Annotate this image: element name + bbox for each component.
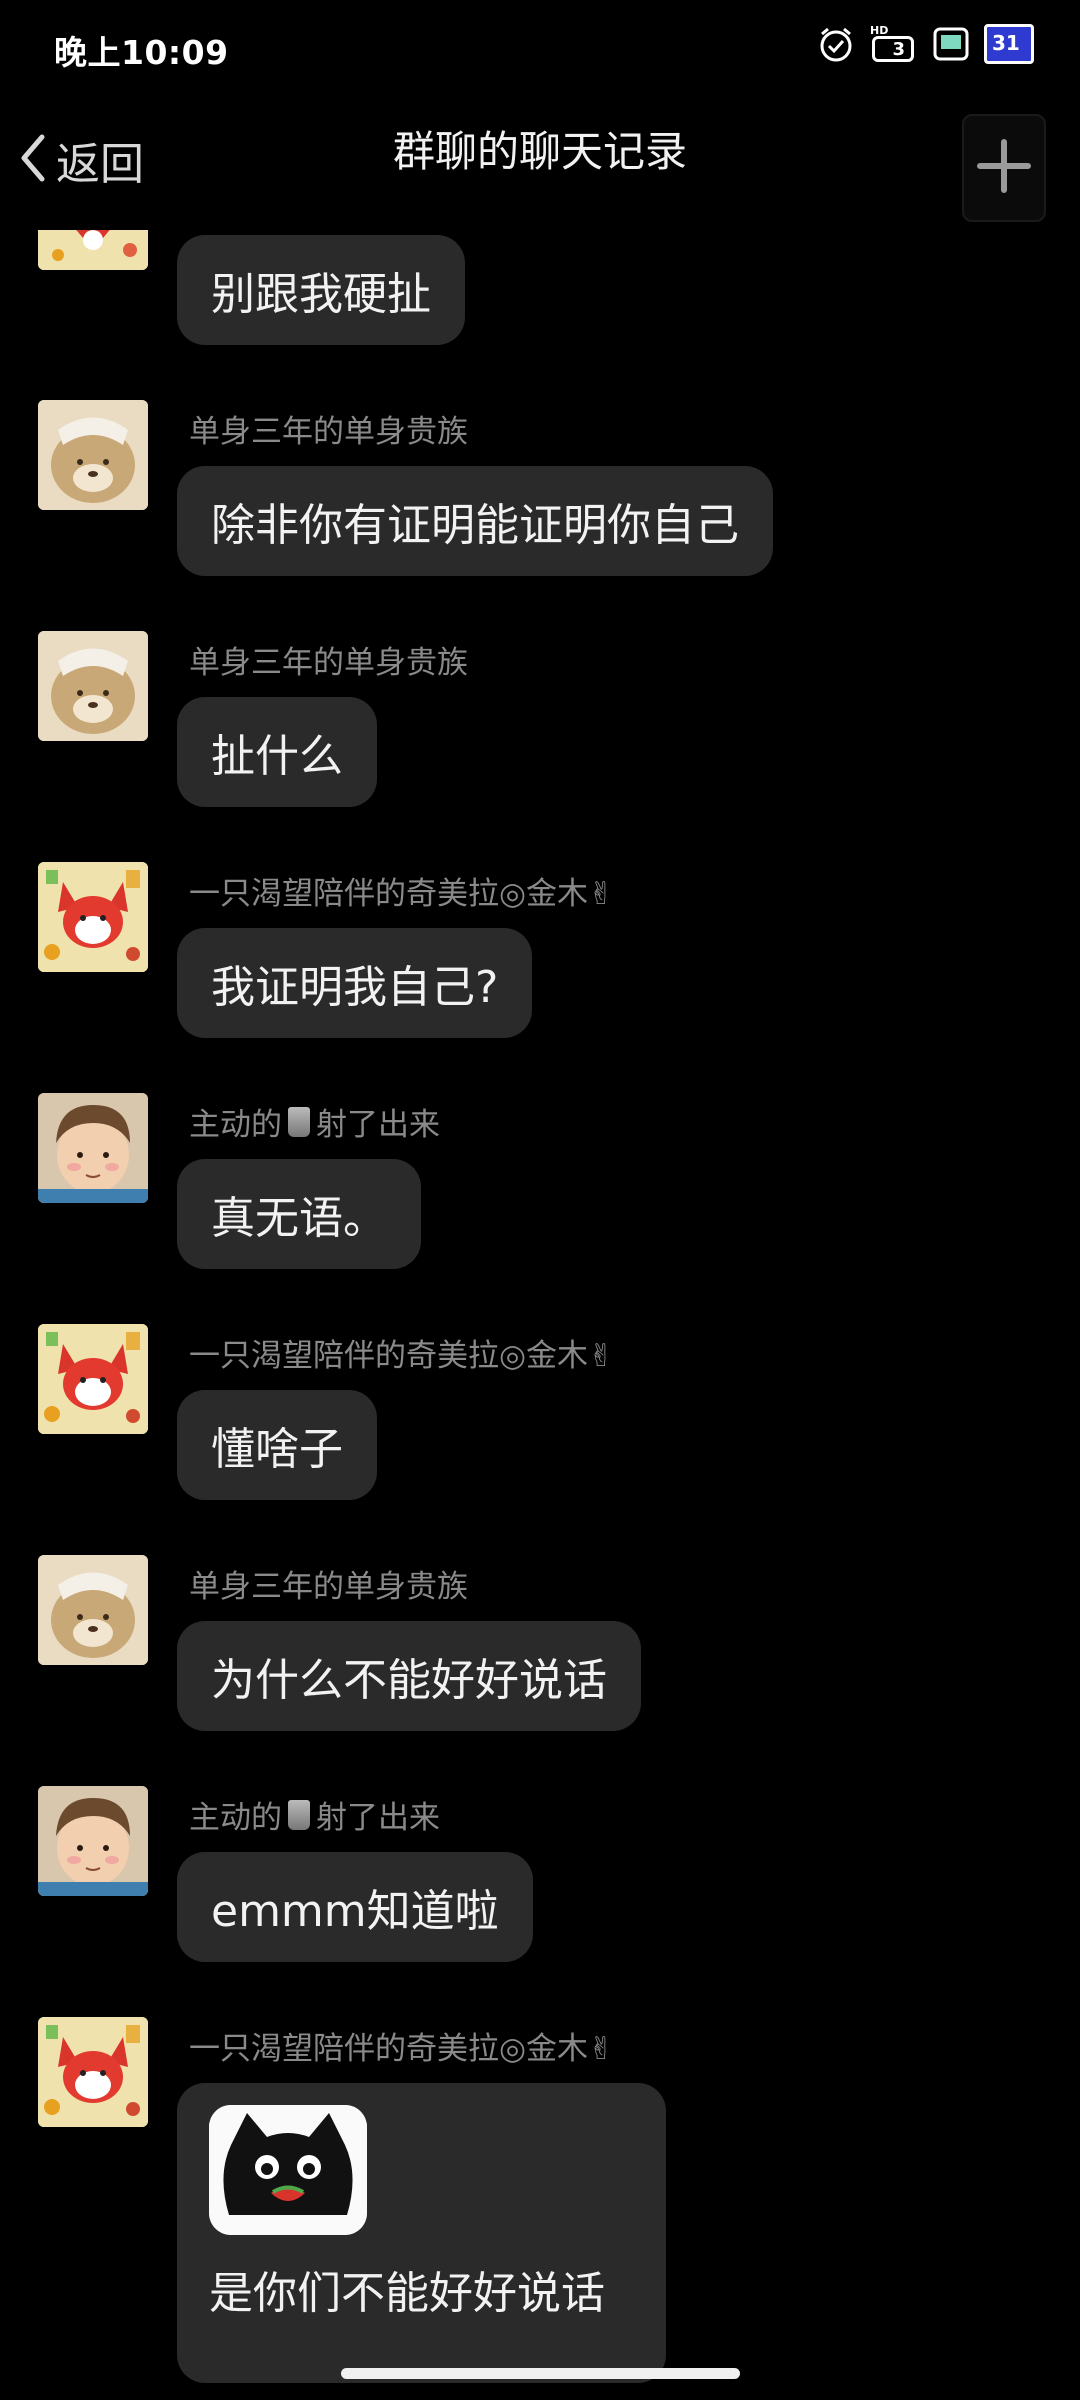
message-bubble[interactable]: 懂啥子 xyxy=(177,1390,377,1500)
message-bubble[interactable]: 别跟我硬扯 xyxy=(177,235,465,345)
battery-saver-icon xyxy=(932,26,970,62)
message-bubble[interactable]: 是你们不能好好说话 xyxy=(177,2083,666,2383)
header-bar: 返回 群聊的聊天记录 xyxy=(0,100,1080,230)
cup-icon xyxy=(288,1799,310,1830)
sender-name-suffix: 射了出来 xyxy=(316,1800,440,1836)
message-bubble[interactable]: 真无语。 xyxy=(177,1159,421,1269)
more-button[interactable] xyxy=(962,114,1046,222)
hd-signal-icon: HD 3 xyxy=(870,24,918,64)
boy-avatar[interactable] xyxy=(38,1786,148,1896)
home-indicator[interactable] xyxy=(341,2368,740,2379)
bear-avatar[interactable] xyxy=(38,1555,148,1665)
sender-name: 单身三年的单身贵族 xyxy=(189,645,468,681)
sender-name-suffix: 射了出来 xyxy=(316,1107,440,1143)
fox-avatar[interactable] xyxy=(38,2017,148,2127)
sender-name: 主动的 射了出来 xyxy=(189,1792,440,1837)
chat-history-screen: 别跟我硬扯 单身三年的单身贵族 除非你有证明能证明你自己 单身三年的单身贵族 扯… xyxy=(0,0,1080,2400)
message-text: 是你们不能好好说话 xyxy=(209,2268,605,2319)
message-bubble[interactable]: 扯什么 xyxy=(177,697,377,807)
message-bubble[interactable]: 我证明我自己? xyxy=(177,928,533,1038)
status-bar: 晚上10:09 HD 3 31 xyxy=(0,0,1080,100)
fox-avatar[interactable] xyxy=(38,1324,148,1434)
sender-name: 单身三年的单身贵族 xyxy=(189,414,468,450)
plus-icon xyxy=(974,136,1034,200)
message-list[interactable]: 别跟我硬扯 单身三年的单身贵族 除非你有证明能证明你自己 单身三年的单身贵族 扯… xyxy=(0,0,1080,2400)
page-title: 群聊的聊天记录 xyxy=(392,127,687,176)
status-time: 晚上10:09 xyxy=(54,33,229,72)
message-bubble[interactable]: 除非你有证明能证明你自己 xyxy=(177,466,773,576)
sender-name: 一只渴望陪伴的奇美拉◎金木✌ xyxy=(189,876,615,912)
sender-name: 一只渴望陪伴的奇美拉◎金木✌ xyxy=(189,2031,615,2067)
sender-name: 一只渴望陪伴的奇美拉◎金木✌ xyxy=(189,1338,615,1374)
message-bubble[interactable]: 为什么不能好好说话 xyxy=(177,1621,641,1731)
fox-avatar[interactable] xyxy=(38,862,148,972)
alarm-icon xyxy=(816,24,856,64)
cup-icon xyxy=(288,1106,310,1137)
boy-avatar[interactable] xyxy=(38,1093,148,1203)
sender-name-prefix: 主动的 xyxy=(189,1107,282,1143)
calendar-icon: 31 xyxy=(984,24,1034,64)
black-cat-sticker[interactable] xyxy=(209,2105,367,2235)
bear-avatar[interactable] xyxy=(38,400,148,510)
status-icons: HD 3 31 xyxy=(816,24,1034,64)
message-bubble[interactable]: emmm知道啦 xyxy=(177,1852,533,1962)
sender-name-prefix: 主动的 xyxy=(189,1800,282,1836)
sender-name: 单身三年的单身贵族 xyxy=(189,1569,468,1605)
bear-avatar[interactable] xyxy=(38,631,148,741)
sender-name: 主动的 射了出来 xyxy=(189,1099,440,1144)
